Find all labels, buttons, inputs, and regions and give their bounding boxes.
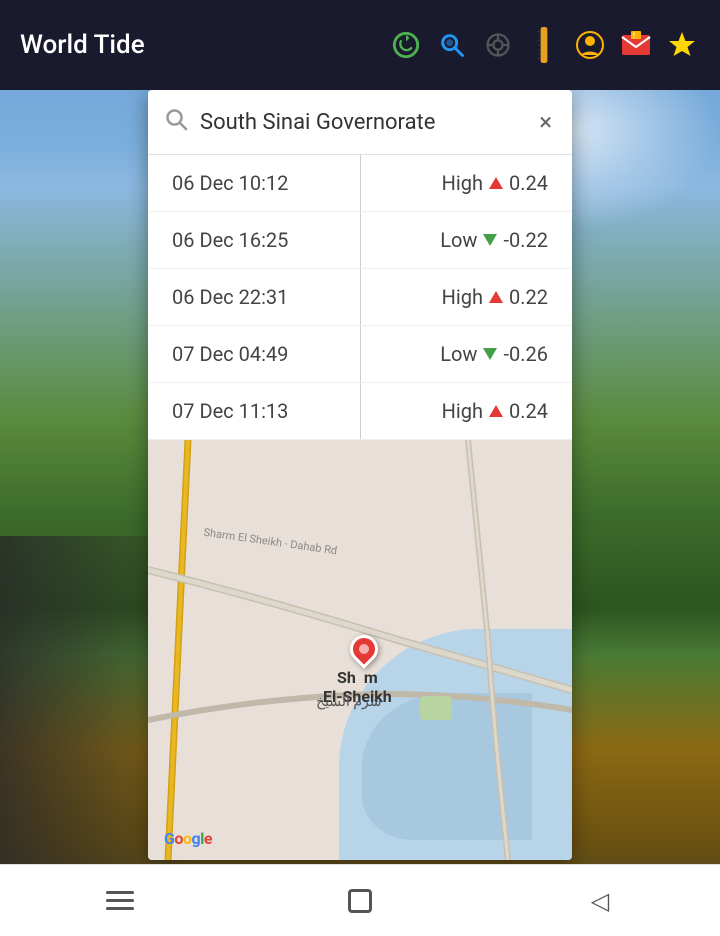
app-header: World Tide (0, 0, 720, 90)
target-icon[interactable] (480, 27, 516, 63)
tide-type-1: High (442, 171, 483, 195)
star-icon[interactable] (664, 27, 700, 63)
mail-icon[interactable]: ! (618, 27, 654, 63)
tide-table: 06 Dec 10:12 High 0.24 06 Dec 16:25 Low … (148, 155, 572, 440)
arrow-up-icon-3 (489, 291, 503, 303)
tide-value-5: High 0.24 (360, 399, 548, 423)
tide-datetime-1: 06 Dec 10:12 (172, 171, 360, 195)
tide-datetime-2: 06 Dec 16:25 (172, 228, 360, 252)
map-location-label-ar: شرم الشيخ (316, 694, 382, 710)
nav-back-button[interactable]: ◁ (570, 876, 630, 926)
tide-value-3: High 0.22 (360, 285, 548, 309)
hamburger-icon (106, 891, 134, 910)
table-row: 06 Dec 10:12 High 0.24 (148, 155, 572, 212)
profile-icon[interactable] (572, 27, 608, 63)
svg-text:!: ! (633, 32, 635, 40)
tide-type-3: High (442, 285, 483, 309)
tide-number-1: 0.24 (509, 171, 548, 195)
pin-dot (357, 642, 371, 656)
tide-value-2: Low -0.22 (360, 228, 548, 252)
tide-type-5: High (442, 399, 483, 423)
tide-value-1: High 0.24 (360, 171, 548, 195)
arrow-up-icon-1 (489, 177, 503, 189)
tide-datetime-4: 07 Dec 04:49 (172, 342, 360, 366)
search-text[interactable]: South Sinai Governorate (200, 110, 535, 135)
google-logo: Google (164, 829, 212, 848)
ruler-icon[interactable] (526, 27, 562, 63)
nav-bar: ◁ (0, 864, 720, 936)
close-button[interactable]: × (535, 104, 556, 140)
tide-number-4: -0.26 (503, 342, 548, 366)
search-bar: South Sinai Governorate × (148, 90, 572, 155)
tide-number-3: 0.22 (509, 285, 548, 309)
phone-panel: South Sinai Governorate × 06 Dec 10:12 H… (148, 90, 572, 860)
app-title: World Tide (20, 30, 388, 60)
pin-head (344, 629, 384, 669)
tide-number-2: -0.22 (503, 228, 548, 252)
header-icons: ! (388, 27, 700, 63)
back-icon: ◁ (591, 887, 609, 915)
nav-menu-button[interactable] (90, 876, 150, 926)
tide-datetime-5: 07 Dec 11:13 (172, 399, 360, 423)
square-icon (348, 889, 372, 913)
map-green-patch (420, 696, 452, 720)
table-row: 07 Dec 04:49 Low -0.26 (148, 326, 572, 383)
map-background: Sharm El Sheikh - Dahab Rd Sh mEl-Sheikh… (148, 440, 572, 860)
tide-datetime-3: 06 Dec 22:31 (172, 285, 360, 309)
map-area[interactable]: Sharm El Sheikh - Dahab Rd Sh mEl-Sheikh… (148, 440, 572, 860)
tide-number-5: 0.24 (509, 399, 548, 423)
tide-type-4: Low (440, 342, 477, 366)
tide-type-2: Low (440, 228, 477, 252)
tide-value-4: Low -0.26 (360, 342, 548, 366)
table-row: 07 Dec 11:13 High 0.24 (148, 383, 572, 440)
location-search-icon[interactable] (434, 27, 470, 63)
arrow-down-icon-4 (483, 348, 497, 360)
arrow-up-icon-5 (489, 405, 503, 417)
table-row: 06 Dec 22:31 High 0.22 (148, 269, 572, 326)
search-icon (164, 107, 188, 137)
table-row: 06 Dec 16:25 Low -0.22 (148, 212, 572, 269)
refresh-icon[interactable] (388, 27, 424, 63)
nav-home-button[interactable] (330, 876, 390, 926)
arrow-down-icon-2 (483, 234, 497, 246)
